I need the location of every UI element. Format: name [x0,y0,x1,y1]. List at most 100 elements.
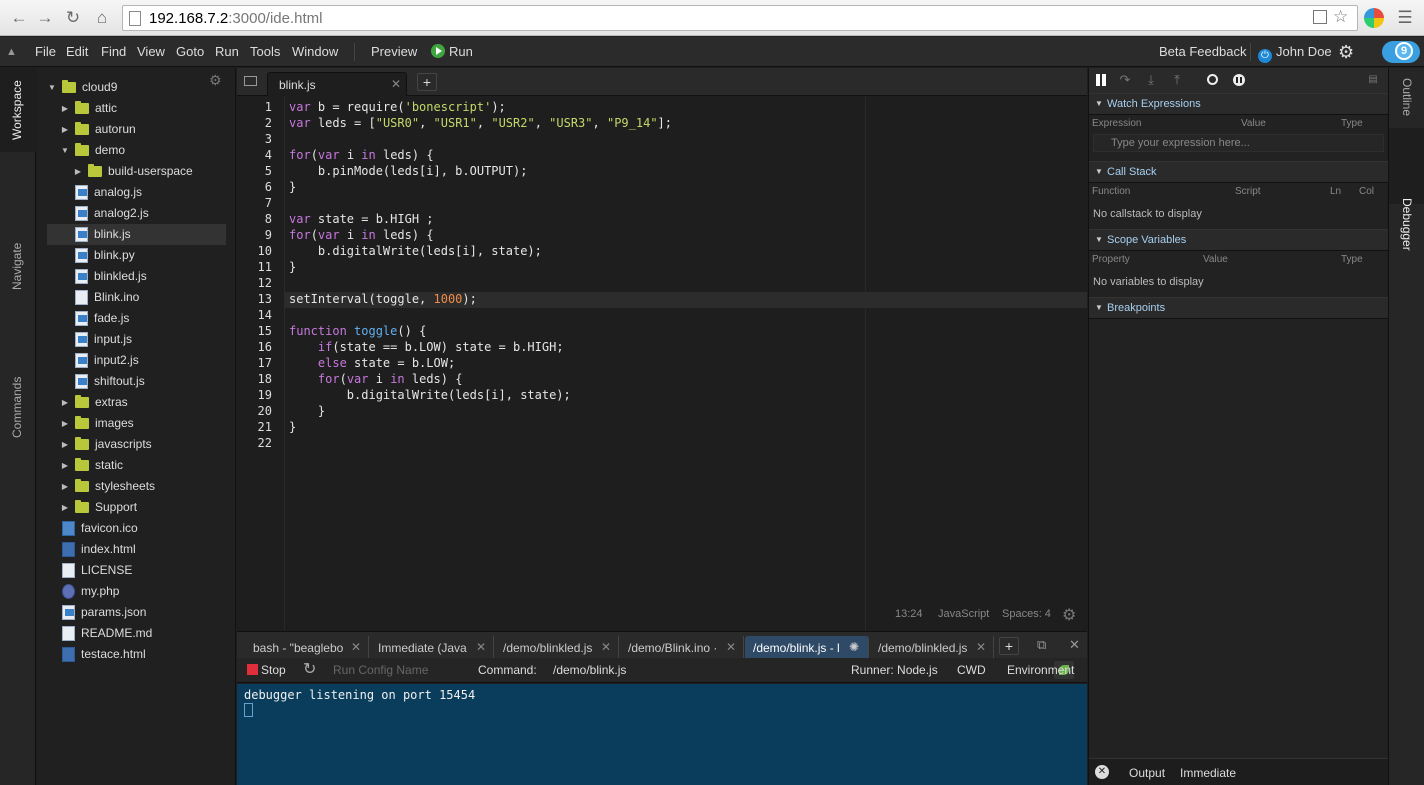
tree-item-favicon-ico[interactable]: favicon.ico [47,518,226,539]
beta-feedback-link[interactable]: Beta Feedback [1159,37,1246,67]
console-tab-blinkled-2[interactable]: /demo/blinkled.js ✕ [870,636,994,659]
code-line[interactable]: else state = b.LOW; [289,356,455,370]
forward-icon[interactable]: → [34,7,56,29]
indent-setting[interactable]: Spaces: 4 [1002,608,1051,620]
console-tab-bash[interactable]: bash - "beaglebo ✕ [245,636,369,659]
tree-item-blink-ino[interactable]: Blink.ino [47,287,226,308]
collapse-icon[interactable]: ▲ [6,37,17,67]
tree-item-license[interactable]: LICENSE [47,560,226,581]
new-console-tab-button[interactable]: + [999,637,1019,655]
immediate-tab[interactable]: Immediate [1180,766,1236,780]
pause-on-exception-icon[interactable] [1233,74,1245,86]
settings-gear-icon[interactable]: ⚙ [1338,37,1354,67]
code-line[interactable]: } [289,180,296,194]
tree-item-stylesheets[interactable]: ▶ stylesheets [47,476,226,497]
debugger-menu-icon[interactable]: ▤ [1365,72,1381,88]
tree-item-input2-js[interactable]: input2.js [47,350,226,371]
breakpoints-header[interactable]: ▼ Breakpoints [1089,297,1388,319]
console-tab-blinkled-1[interactable]: /demo/blinkled.js ✕ [495,636,619,659]
close-icon[interactable]: ✕ [351,640,361,654]
tree-item-extras[interactable]: ▶ extras [47,392,226,413]
console-tab-blink-ino[interactable]: /demo/Blink.ino · ✕ [620,636,744,659]
cloud9-logo-icon[interactable]: 9 [1382,41,1420,63]
star-icon[interactable]: ☆ [1333,7,1348,27]
preview-button[interactable]: Preview [371,37,417,67]
tree-item-fade-js[interactable]: fade.js [47,308,226,329]
watch-expressions-header[interactable]: ▼ Watch Expressions [1089,93,1388,115]
close-icon[interactable]: ✕ [726,640,736,654]
close-icon[interactable]: ✕ [601,640,611,654]
menu-goto[interactable]: Goto [176,37,204,67]
tree-item-javascripts[interactable]: ▶ javascripts [47,434,226,455]
reader-icon[interactable] [1313,10,1327,24]
tab-commands[interactable]: Commands [0,220,36,438]
output-tab[interactable]: Output [1129,766,1165,780]
tree-item-static[interactable]: ▶ static [47,455,226,476]
new-tab-button[interactable]: + [417,73,437,91]
url-text[interactable]: 192.168.7.2:3000/ide.html [149,10,322,27]
tree-item-images[interactable]: ▶ images [47,413,226,434]
close-icon[interactable]: ✕ [391,77,401,91]
tree-item-testace-html[interactable]: testace.html [47,644,226,665]
tree-item-readme-md[interactable]: README.md [47,623,226,644]
tab-navigate[interactable]: Navigate [0,152,36,290]
close-circle-icon[interactable]: ✕ [1095,765,1109,779]
reload-icon[interactable]: ↻ [62,7,84,29]
editor-settings-gear-icon[interactable]: ⚙ [1062,605,1076,625]
chevron-right-icon[interactable]: ▶ [60,476,70,497]
tree-item-analog2-js[interactable]: analog2.js [47,203,226,224]
code-editor[interactable]: 1 2 3 4 5 6 7 8 9 10 11 12 13 14 15 16 17 18 19 20 21 22 var … [237,97,1087,630]
back-icon[interactable]: ← [8,7,30,29]
cwd-button[interactable]: CWD [957,663,986,677]
code-line[interactable]: if(state == b.LOW) state = b.HIGH; [289,340,564,354]
tab-menu-icon[interactable] [244,76,257,86]
scope-variables-header[interactable]: ▼ Scope Variables [1089,229,1388,251]
chevron-down-icon[interactable]: ▼ [60,140,70,161]
menu-window[interactable]: Window [292,37,338,67]
step-over-icon[interactable]: ↷ [1117,72,1133,88]
terminal-output[interactable]: debugger listening on port 15454 [237,684,1087,785]
code-line[interactable]: var b = require('bonescript'); [289,100,506,114]
code-line[interactable]: } [289,404,325,418]
menu-find[interactable]: Find [101,37,126,67]
console-tab-blink-js[interactable]: /demo/blink.js - l ✺ [745,636,869,659]
code-line[interactable]: } [289,260,296,274]
chevron-right-icon[interactable]: ▶ [60,392,70,413]
code-line[interactable]: for(var i in leds) { [289,148,434,162]
home-icon[interactable]: ⌂ [91,7,113,29]
code-line[interactable]: var state = b.HIGH ; [289,212,434,226]
menu-tools[interactable]: Tools [250,37,280,67]
tree-item-shiftout-js[interactable]: shiftout.js [47,371,226,392]
tree-item-analog-js[interactable]: analog.js [47,182,226,203]
step-out-icon[interactable]: ⤒ [1169,72,1185,88]
runner-select[interactable]: Runner: Node.js [851,663,938,677]
chevron-right-icon[interactable]: ▶ [60,455,70,476]
chevron-right-icon[interactable]: ▶ [73,161,83,182]
tree-item-blink-js[interactable]: blink.js [47,224,226,245]
code-line[interactable]: for(var i in leds) { [289,372,463,386]
code-line[interactable]: function toggle() { [289,324,426,338]
chevron-right-icon[interactable]: ▶ [60,497,70,518]
tree-item-my-php[interactable]: my.php [47,581,226,602]
browser-menu-icon[interactable]: ☰ [1394,7,1416,29]
console-tab-immediate[interactable]: Immediate (Java ✕ [370,636,494,659]
tree-item-params-json[interactable]: params.json [47,602,226,623]
environment-button[interactable]: Environment [1007,663,1074,677]
language-mode[interactable]: JavaScript [938,608,989,620]
tree-item-input-js[interactable]: input.js [47,329,226,350]
code-line[interactable]: b.pinMode(leds[i], b.OUTPUT); [289,164,528,178]
close-icon[interactable]: ✕ [976,640,986,654]
tree-item-blink-py[interactable]: blink.py [47,245,226,266]
step-into-icon[interactable]: ⤓ [1143,72,1159,88]
restart-icon[interactable]: ↻ [303,659,316,679]
code-line[interactable]: b.digitalWrite(leds[i], state); [289,388,571,402]
stop-button[interactable]: Stop [247,663,286,677]
extension-icon[interactable] [1364,8,1384,28]
chevron-right-icon[interactable]: ▶ [60,98,70,119]
address-bar[interactable]: 192.168.7.2:3000/ide.html ☆ [122,5,1358,31]
editor-tab-blink-js[interactable]: blink.js ✕ [267,72,407,96]
menu-file[interactable]: File [35,37,56,67]
tree-item-demo[interactable]: ▼ demo [47,140,226,161]
menu-edit[interactable]: Edit [66,37,88,67]
maximize-icon[interactable]: ⧉ [1037,637,1046,653]
